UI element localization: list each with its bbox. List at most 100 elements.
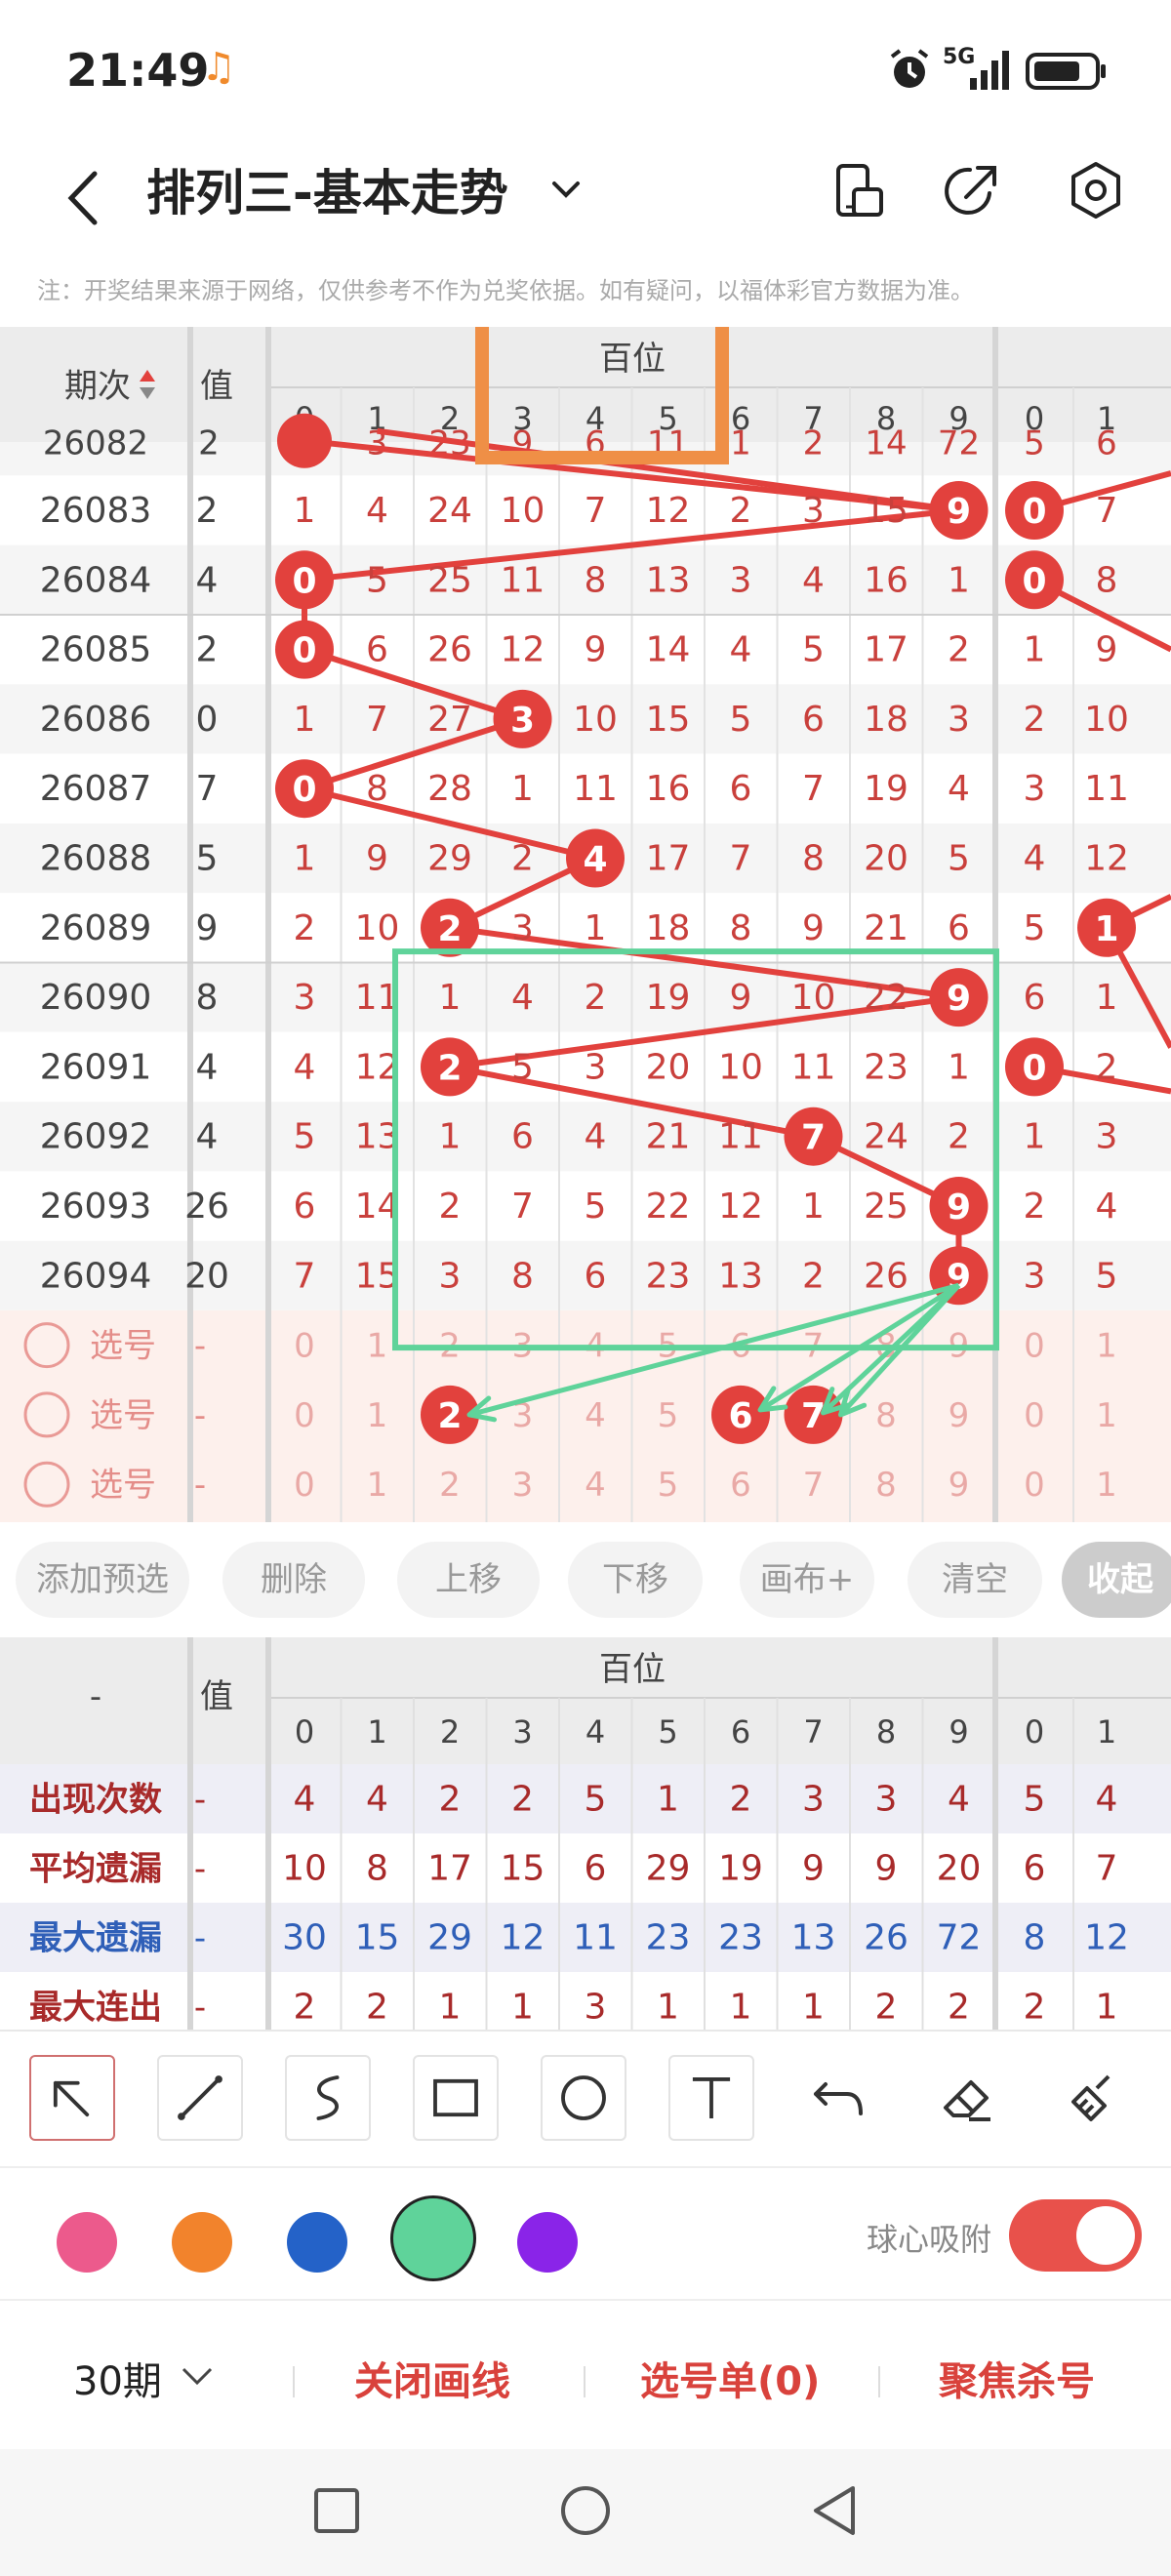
period-header: 期次 bbox=[64, 367, 131, 406]
omission-cell: 7 bbox=[366, 700, 388, 740]
add-preselect-button[interactable]: 添加预选 bbox=[16, 1542, 189, 1618]
color-swatch-green[interactable] bbox=[390, 2195, 476, 2281]
move-down-button[interactable]: 下移 bbox=[568, 1542, 703, 1618]
period-cell: 26093 bbox=[40, 1187, 152, 1227]
omission-cell: 5 bbox=[1096, 1256, 1118, 1296]
chevron-down-icon[interactable] bbox=[178, 2361, 217, 2391]
stats-row-value: - bbox=[194, 1850, 206, 1889]
disclaimer-text: 注：开奖结果来源于网络，仅供参考不作为兑奖依据。如有疑问，以福体彩官方数据为准。 bbox=[37, 277, 974, 304]
clear-button[interactable]: 清空 bbox=[908, 1542, 1042, 1618]
omission-cell: 19 bbox=[864, 769, 909, 809]
select-digit: 4 bbox=[585, 1466, 606, 1505]
back-nav-icon[interactable] bbox=[800, 2476, 868, 2545]
focus-kill-button[interactable]: 聚焦杀号 bbox=[939, 2350, 1095, 2406]
circle-tool[interactable] bbox=[541, 2055, 626, 2141]
trend-chart[interactable]: 期次值百位01234567890126082203239611121472562… bbox=[0, 327, 1171, 1522]
hit-ball-number: 9 bbox=[947, 1187, 971, 1228]
omission-cell: 1 bbox=[730, 424, 751, 463]
value-cell: 2 bbox=[196, 630, 219, 670]
stats-cell: 9 bbox=[875, 1849, 898, 1889]
omission-cell: 21 bbox=[864, 908, 909, 948]
snap-to-ball-toggle[interactable] bbox=[1009, 2199, 1142, 2272]
omission-cell: 3 bbox=[1096, 1117, 1118, 1157]
select-digit: 1 bbox=[367, 1466, 388, 1505]
color-swatch-pink[interactable] bbox=[57, 2212, 117, 2273]
canvas-add-button[interactable]: 画布+ bbox=[740, 1542, 874, 1618]
circle-icon bbox=[561, 2075, 606, 2120]
color-swatch-blue[interactable] bbox=[287, 2212, 347, 2273]
omission-cell: 2 bbox=[802, 1256, 825, 1296]
bottom-bar: 30期 关闭画线 选号单(0) 聚焦杀号 bbox=[0, 2303, 1171, 2449]
hundreds-group-header: 百位 bbox=[599, 1650, 666, 1689]
omission-cell: 3 bbox=[948, 700, 970, 740]
clear-canvas-button[interactable] bbox=[1052, 2055, 1138, 2141]
settings-icon[interactable] bbox=[1062, 156, 1130, 224]
hit-ball-number: 0 bbox=[292, 770, 316, 810]
stats-cell: 11 bbox=[573, 1918, 618, 1958]
stats-table: - 值百位 0 1 2 3 4 5 6 7 8 9 0 1 出现次数 -4 4 2 2 5 1 2 3 3 4 5 4 平均遗漏 -10… bbox=[0, 1637, 1171, 2030]
omission-cell: 3 bbox=[730, 560, 752, 600]
stats-cell: 2 bbox=[294, 1988, 316, 2028]
rectangle-tool[interactable] bbox=[413, 2055, 499, 2141]
stats-cell: 6 bbox=[1024, 1849, 1046, 1889]
stats-cell: 6 bbox=[585, 1849, 607, 1889]
collapse-button[interactable]: 收起 bbox=[1062, 1542, 1171, 1618]
share-icon[interactable] bbox=[939, 156, 1007, 224]
omission-cell: 9 bbox=[1096, 630, 1118, 670]
rotate-screen-icon[interactable] bbox=[825, 156, 893, 224]
line-tool[interactable] bbox=[157, 2055, 243, 2141]
undo-button[interactable] bbox=[796, 2055, 882, 2141]
omission-cell: 7 bbox=[1096, 491, 1118, 531]
omission-cell: 6 bbox=[1096, 424, 1117, 463]
value-cell: 4 bbox=[196, 1047, 219, 1087]
select-digit: 6 bbox=[730, 1466, 751, 1505]
omission-cell: 5 bbox=[730, 700, 752, 740]
page-title[interactable]: 排列三-基本走势 bbox=[146, 154, 508, 232]
stats-cell: 8 bbox=[366, 1849, 388, 1889]
omission-cell: 28 bbox=[427, 769, 472, 809]
omission-cell: 6 bbox=[948, 908, 970, 948]
omission-cell: 19 bbox=[646, 978, 691, 1018]
omission-cell: 22 bbox=[864, 978, 909, 1018]
omission-cell: 7 bbox=[730, 839, 752, 879]
delete-button[interactable]: 删除 bbox=[222, 1542, 365, 1618]
pointer-tool[interactable] bbox=[29, 2055, 115, 2141]
curve-tool[interactable] bbox=[285, 2055, 371, 2141]
omission-cell: 5 bbox=[585, 1187, 607, 1227]
omission-cell: 72 bbox=[938, 424, 980, 463]
eraser-button[interactable] bbox=[924, 2055, 1010, 2141]
color-swatch-orange[interactable] bbox=[172, 2212, 232, 2273]
select-digit: 4 bbox=[585, 1396, 606, 1435]
stats-row-value: - bbox=[194, 1781, 206, 1820]
select-digit: 0 bbox=[1024, 1396, 1045, 1435]
back-icon[interactable] bbox=[54, 164, 122, 232]
stats-cell: 1 bbox=[657, 1988, 679, 2028]
period-select[interactable]: 30期 bbox=[73, 2350, 162, 2406]
omission-cell: 2 bbox=[1024, 700, 1046, 740]
stats-cell: 20 bbox=[937, 1849, 982, 1889]
period-cell: 26087 bbox=[40, 769, 152, 809]
color-swatch-purple[interactable] bbox=[517, 2212, 578, 2273]
picked-ball-number: 2 bbox=[437, 1396, 462, 1436]
omission-cell: 10 bbox=[718, 1047, 763, 1087]
pick-list-button[interactable]: 选号单(0) bbox=[640, 2350, 820, 2406]
text-tool[interactable] bbox=[668, 2055, 754, 2141]
music-icon: ♫ bbox=[201, 45, 236, 90]
omission-cell: 1 bbox=[585, 908, 607, 948]
close-lines-button[interactable]: 关闭画线 bbox=[354, 2350, 510, 2406]
alarm-icon bbox=[890, 49, 929, 88]
select-digit: 9 bbox=[949, 1396, 970, 1435]
stats-cell: 15 bbox=[355, 1918, 400, 1958]
omission-cell: 1 bbox=[294, 491, 316, 531]
omission-cell: 1 bbox=[1096, 978, 1118, 1018]
omission-cell: 15 bbox=[646, 700, 691, 740]
chevron-down-icon[interactable] bbox=[546, 170, 586, 209]
text-icon bbox=[692, 2077, 731, 2118]
omission-cell: 3 bbox=[1024, 1256, 1046, 1296]
move-up-button[interactable]: 上移 bbox=[397, 1542, 540, 1618]
stats-cell: 5 bbox=[1024, 1780, 1046, 1820]
home-icon[interactable] bbox=[551, 2476, 620, 2545]
recents-icon[interactable] bbox=[303, 2476, 371, 2545]
stats-cell: 23 bbox=[646, 1918, 691, 1958]
omission-cell: 9 bbox=[366, 839, 388, 879]
